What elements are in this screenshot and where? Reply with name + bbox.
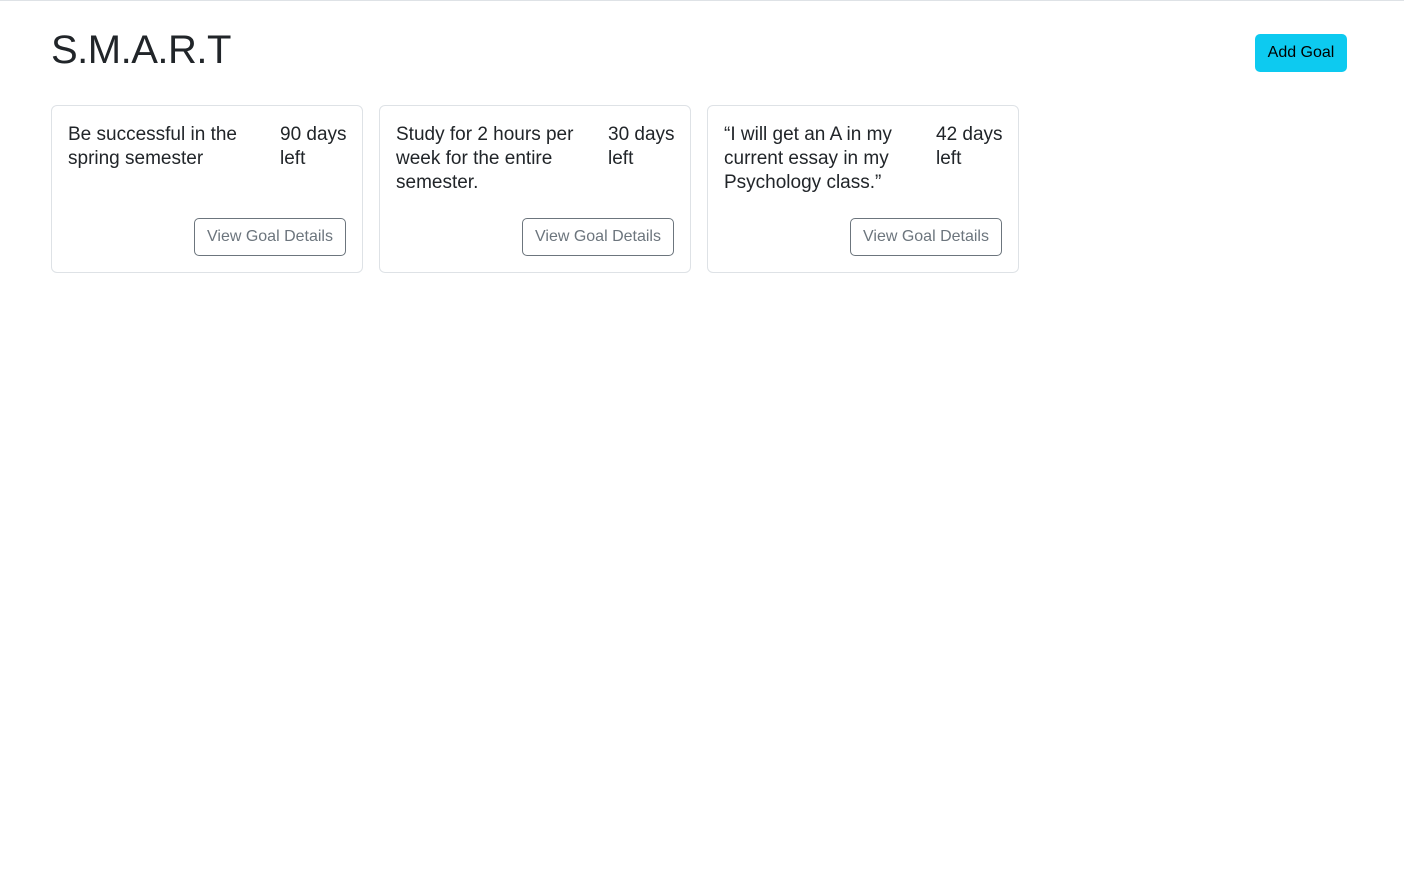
- view-goal-details-button[interactable]: View Goal Details: [522, 218, 674, 256]
- days-left: 90 days left: [280, 124, 347, 169]
- view-goal-details-button[interactable]: View Goal Details: [194, 218, 346, 256]
- goal-text: Study for 2 hours per week for the entir…: [396, 124, 574, 193]
- goal-text: Be successful in the spring semester: [68, 124, 237, 169]
- days-left: 42 days left: [936, 124, 1003, 169]
- goal-card: “I will get an A in my current essay in …: [707, 105, 1019, 273]
- page-header: S.M.A.R.T Add Goal: [51, 0, 1347, 100]
- goal-card: Be successful in the spring semester 90 …: [51, 105, 363, 273]
- days-left: 30 days left: [608, 124, 675, 169]
- goal-card-list: Be successful in the spring semester 90 …: [51, 105, 1019, 273]
- view-goal-details-button[interactable]: View Goal Details: [850, 218, 1002, 256]
- goal-card: Study for 2 hours per week for the entir…: [379, 105, 691, 273]
- add-goal-button[interactable]: Add Goal: [1255, 34, 1347, 72]
- goal-text: “I will get an A in my current essay in …: [724, 124, 892, 193]
- page-title: S.M.A.R.T: [51, 28, 231, 72]
